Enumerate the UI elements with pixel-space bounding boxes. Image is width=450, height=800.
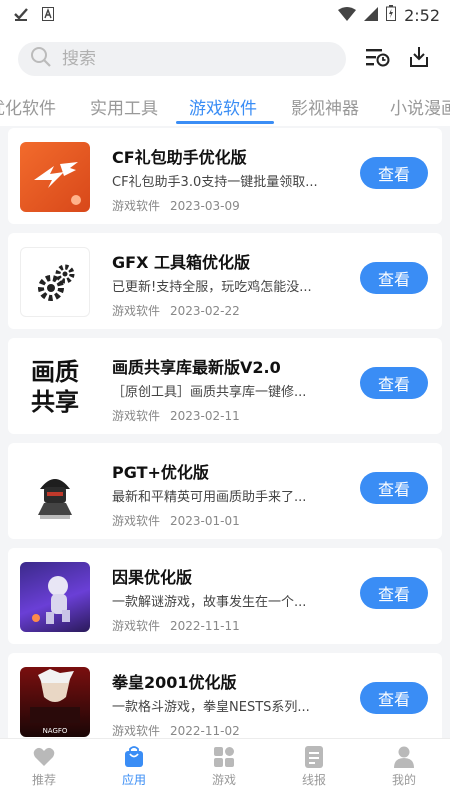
thumb-text-line: 画质 xyxy=(31,358,79,386)
search-bar-row xyxy=(0,30,450,88)
app-date: 2022-11-11 xyxy=(170,619,240,633)
app-category: 游戏软件 xyxy=(112,619,161,633)
app-meta: 游戏软件 2023-02-22 xyxy=(112,302,240,319)
app-meta: 游戏软件 2023-02-11 xyxy=(112,407,240,424)
app-thumbnail-cf xyxy=(20,142,90,212)
app-category: 游戏软件 xyxy=(112,199,161,213)
download-button[interactable] xyxy=(404,44,434,74)
app-description: 已更新!支持全服，玩吃鸡怎能没... xyxy=(112,280,312,295)
news-icon xyxy=(305,745,323,771)
app-description: ［原创工具］画质共享库一键修... xyxy=(112,385,307,400)
app-category: 游戏软件 xyxy=(112,409,161,423)
nav-label: 游戏 xyxy=(211,773,236,787)
nav-recommend[interactable]: 推荐 xyxy=(14,745,74,788)
wifi-icon xyxy=(338,6,357,25)
app-thumbnail-gfx xyxy=(20,247,90,317)
app-description: CF礼包助手3.0支持一键批量领取... xyxy=(112,175,318,190)
tab-video-apps[interactable]: 影视神器 xyxy=(291,94,359,119)
search-input[interactable] xyxy=(62,49,302,69)
nav-label: 推荐 xyxy=(31,773,56,787)
app-date: 2023-02-22 xyxy=(170,304,240,318)
view-button[interactable]: 查看 xyxy=(360,367,428,399)
gears-icon xyxy=(38,264,75,301)
app-title[interactable]: GFX 工具箱优化版 xyxy=(112,249,250,273)
nav-label: 线报 xyxy=(301,773,326,787)
thumb-caption: NAGFO xyxy=(43,727,68,735)
active-tab-indicator xyxy=(176,121,274,124)
nav-apps[interactable]: 应用 xyxy=(104,745,164,788)
thumb-text-line: 共享 xyxy=(31,388,79,416)
app-thumbnail-causality xyxy=(20,562,90,632)
app-title[interactable]: 画质共享库最新版V2.0 xyxy=(112,354,281,378)
app-thumbnail-quality-library: 画质 共享 xyxy=(20,352,90,422)
cf-logo-icon xyxy=(34,162,81,205)
astronaut-icon xyxy=(32,576,70,624)
app-title[interactable]: 因果优化版 xyxy=(112,564,192,588)
app-thumbnail-kof2001: NAGFO xyxy=(20,667,90,737)
history-sort-button[interactable] xyxy=(363,44,393,74)
nav-profile[interactable]: 我的 xyxy=(374,745,434,788)
list-item[interactable]: 画质 共享 画质共享库最新版V2.0 ［原创工具］画质共享库一键修... 游戏软… xyxy=(8,338,442,434)
app-category: 游戏软件 xyxy=(112,304,161,318)
view-button[interactable]: 查看 xyxy=(360,682,428,714)
app-description: 一款格斗游戏，拳皇NESTS系列... xyxy=(112,700,310,715)
tab-game-software[interactable]: 游戏软件 xyxy=(189,94,257,119)
app-list: CF礼包助手优化版 CF礼包助手3.0支持一键批量领取... 游戏软件 2023-… xyxy=(0,126,450,738)
signal-icon xyxy=(364,6,379,25)
view-button[interactable]: 查看 xyxy=(360,157,428,189)
app-date: 2023-03-09 xyxy=(170,199,240,213)
app-category: 游戏软件 xyxy=(112,514,161,528)
search-icon xyxy=(30,46,52,72)
check-icon xyxy=(14,6,28,25)
app-meta: 游戏软件 2023-01-01 xyxy=(112,512,240,529)
battery-icon xyxy=(386,5,397,25)
history-list-icon xyxy=(365,46,391,72)
app-title[interactable]: CF礼包助手优化版 xyxy=(112,144,247,168)
status-time: 2:52 xyxy=(404,5,440,25)
app-date: 2022-11-02 xyxy=(170,724,240,738)
nav-label: 应用 xyxy=(121,773,146,787)
nav-news[interactable]: 线报 xyxy=(284,745,344,788)
tab-novels-comics[interactable]: 小说漫画 xyxy=(390,94,450,119)
view-button[interactable]: 查看 xyxy=(360,472,428,504)
download-icon xyxy=(407,45,431,73)
list-item[interactable]: CF礼包助手优化版 CF礼包助手3.0支持一键批量领取... 游戏软件 2023-… xyxy=(8,128,442,224)
app-meta: 游戏软件 2023-03-09 xyxy=(112,197,240,214)
view-button[interactable]: 查看 xyxy=(360,262,428,294)
search-box[interactable] xyxy=(18,42,346,76)
app-title[interactable]: 拳皇2001优化版 xyxy=(112,669,237,693)
list-item[interactable]: 因果优化版 一款解谜游戏，故事发生在一个... 游戏软件 2022-11-11 查… xyxy=(8,548,442,644)
app-description: 一款解谜游戏，故事发生在一个... xyxy=(112,595,307,610)
tab-optimize-software[interactable]: 优化软件 xyxy=(0,94,56,119)
app-category: 游戏软件 xyxy=(112,724,161,738)
app-description: 最新和平精英可用画质助手来了... xyxy=(112,490,307,505)
list-item[interactable]: NAGFO 拳皇2001优化版 一款格斗游戏，拳皇NESTS系列... 游戏软件… xyxy=(8,653,442,738)
category-tabs: 优化软件 实用工具 游戏软件 影视神器 小说漫画 xyxy=(0,88,450,126)
user-icon xyxy=(394,746,414,771)
helmet-soldier-icon xyxy=(38,479,72,519)
app-thumbnail-pgt xyxy=(20,457,90,527)
grid-icon xyxy=(214,746,234,770)
nav-games[interactable]: 游戏 xyxy=(194,745,254,788)
status-bar: 2:52 xyxy=(0,0,450,30)
tab-utility-tools[interactable]: 实用工具 xyxy=(90,94,158,119)
app-meta: 游戏软件 2022-11-11 xyxy=(112,617,240,634)
bag-icon xyxy=(124,745,144,771)
app-notification-icon xyxy=(42,6,54,25)
app-meta: 游戏软件 2022-11-02 xyxy=(112,722,240,738)
app-date: 2023-01-01 xyxy=(170,514,240,528)
list-item[interactable]: PGT+优化版 最新和平精英可用画质助手来了... 游戏软件 2023-01-01… xyxy=(8,443,442,539)
bottom-navigation: 推荐 应用 游戏 线报 我的 xyxy=(0,738,450,800)
nav-label: 我的 xyxy=(391,773,416,787)
fighter-character-icon: NAGFO xyxy=(30,669,80,735)
app-title[interactable]: PGT+优化版 xyxy=(112,459,209,483)
view-button[interactable]: 查看 xyxy=(360,577,428,609)
app-date: 2023-02-11 xyxy=(170,409,240,423)
heart-icon xyxy=(33,747,55,770)
list-item[interactable]: GFX 工具箱优化版 已更新!支持全服，玩吃鸡怎能没... 游戏软件 2023-0… xyxy=(8,233,442,329)
